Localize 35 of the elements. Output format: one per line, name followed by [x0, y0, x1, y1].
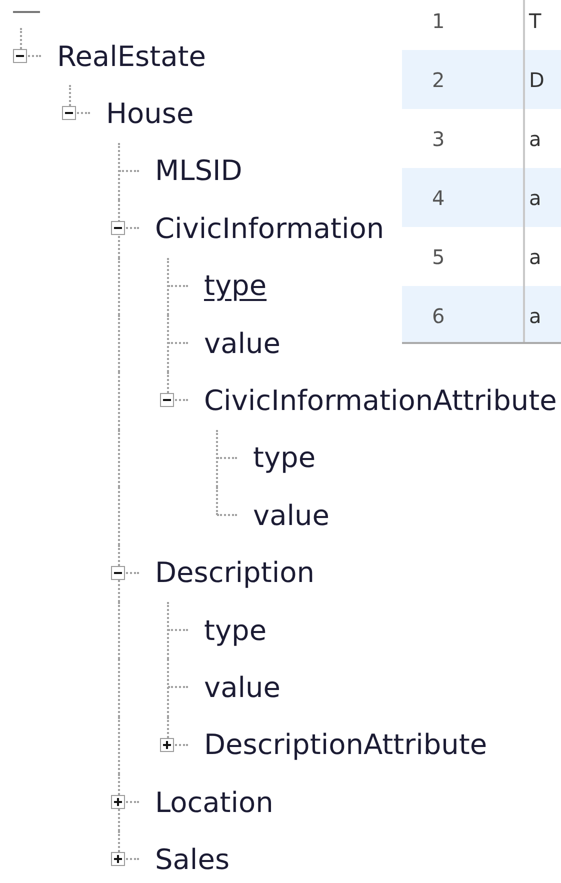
collapse-toggle[interactable]	[160, 393, 174, 408]
tree-item[interactable]: type	[204, 265, 267, 308]
table-cell-text: D	[529, 66, 544, 94]
row-number: 6	[431, 302, 446, 330]
table-cell-text: T	[529, 8, 542, 34]
tree-item[interactable]: DescriptionAttribute	[204, 724, 488, 766]
collapse-toggle[interactable]	[111, 566, 125, 580]
tree-item[interactable]: MLSID	[155, 150, 242, 192]
row-number: 1	[431, 8, 446, 34]
tree-item[interactable]: type	[253, 437, 316, 480]
table-cell-text: a	[529, 244, 542, 270]
tree-item[interactable]: Description	[155, 552, 314, 594]
expand-toggle[interactable]	[111, 795, 125, 810]
collapse-toggle[interactable]	[111, 221, 125, 236]
tree-item[interactable]: Location	[155, 782, 274, 824]
tree-item[interactable]: type	[204, 610, 267, 652]
tree-item[interactable]: value	[253, 494, 330, 537]
expand-toggle[interactable]	[160, 738, 174, 752]
tree-item[interactable]: value	[204, 322, 280, 365]
table-cell-text: a	[529, 302, 542, 330]
collapse-toggle[interactable]	[13, 49, 27, 63]
tree-item[interactable]: CivicInformation	[155, 208, 384, 250]
tree-item[interactable]: CivicInformationAttribute	[204, 380, 557, 422]
table-cell-text: a	[529, 126, 542, 152]
collapse-toggle[interactable]	[62, 106, 76, 120]
table-cell-text: a	[529, 184, 542, 212]
row-number: 5	[431, 244, 446, 270]
row-number: 4	[431, 184, 446, 212]
tree-item[interactable]: Sales	[155, 839, 230, 882]
expand-toggle[interactable]	[111, 852, 125, 866]
tree-item[interactable]: value	[204, 666, 280, 709]
tree-item[interactable]: RealEstate	[57, 36, 206, 78]
row-number: 3	[431, 126, 446, 152]
tree-item[interactable]: House	[106, 93, 194, 136]
row-number: 2	[431, 66, 446, 94]
